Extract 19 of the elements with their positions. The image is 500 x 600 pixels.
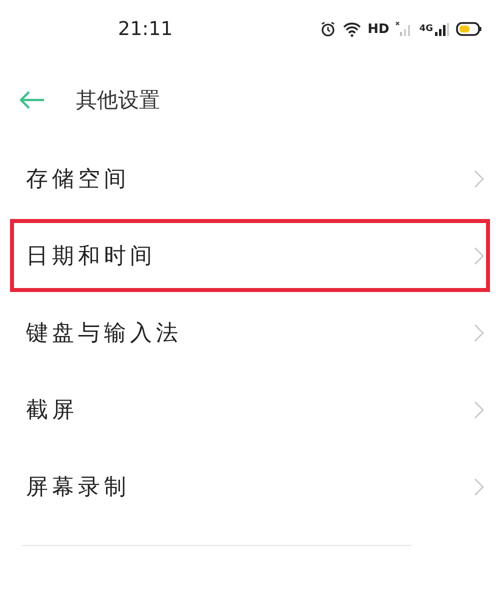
settings-item[interactable]: 日期和时间 [10,219,490,292]
page-title: 其他设置 [76,87,160,114]
settings-item[interactable]: 键盘与输入法 [10,296,490,369]
back-arrow-icon[interactable] [18,90,46,110]
wifi-icon [342,21,362,37]
settings-item[interactable]: 截屏 [10,373,490,446]
settings-item[interactable]: 存储空间 [10,142,490,215]
chevron-icon [474,246,484,264]
battery-icon [456,21,482,37]
chevron-icon [474,324,484,342]
chevron-icon [474,170,484,188]
signal-icon [434,21,450,37]
settings-item[interactable]: 屏幕录制 [10,450,490,523]
chevron-icon [474,478,484,496]
status-time: 21:11 [118,18,173,40]
network-label: 4G [419,24,433,34]
alarm-clock-icon [320,21,336,37]
chevron-icon [474,400,484,418]
hd-label: HD [368,22,390,36]
